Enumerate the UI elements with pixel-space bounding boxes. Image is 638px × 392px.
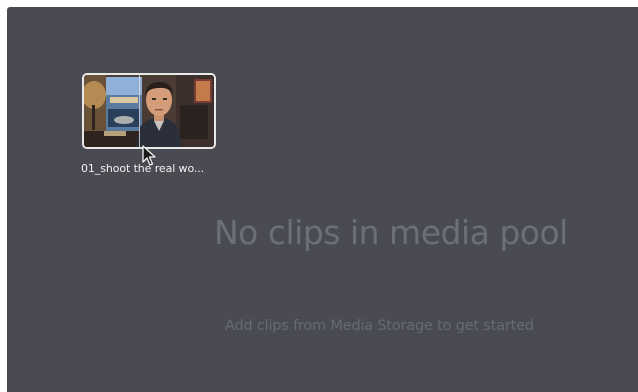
media-pool-panel[interactable]: 01_shoot the real wo... No clips in medi… bbox=[7, 7, 638, 392]
media-clip-item[interactable]: 01_shoot the real wo... bbox=[81, 72, 221, 180]
empty-state-title: No clips in media pool bbox=[214, 213, 568, 252]
clip-name-label: 01_shoot the real wo... bbox=[81, 162, 205, 175]
clip-thumbnail-image bbox=[84, 75, 214, 147]
clip-thumbnail[interactable] bbox=[82, 73, 216, 149]
empty-state-subtitle: Add clips from Media Storage to get star… bbox=[225, 318, 534, 334]
